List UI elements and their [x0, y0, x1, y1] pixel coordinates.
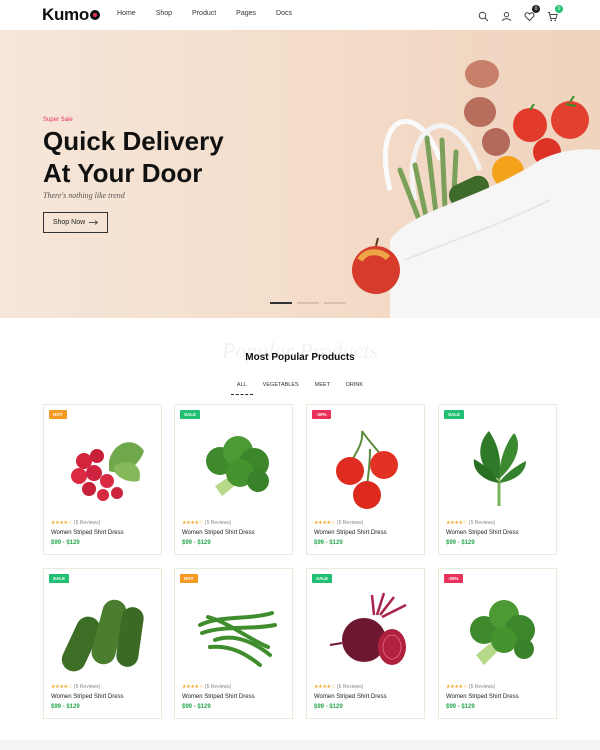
spinach-icon	[473, 431, 526, 506]
rating-stars: ★★★★☆ (5 Reviews)	[51, 520, 101, 526]
review-count: (5 Reviews)	[73, 684, 101, 690]
arrow-right-icon	[89, 220, 99, 225]
logo-dot-icon	[89, 10, 100, 20]
product-price: $99 - $129	[182, 540, 211, 546]
product-tag: SALE	[312, 574, 333, 583]
wishlist-count-badge: 0	[532, 5, 540, 13]
product-price: $99 - $129	[51, 540, 80, 546]
wishlist-icon[interactable]: 0	[524, 5, 540, 22]
product-card[interactable]: SALE ★★★★☆ (5 Reviews) Women Striped Shir…	[174, 404, 293, 555]
product-card[interactable]: SALE ★★★★☆ (5 Reviews) Women Striped Shir…	[438, 404, 557, 555]
shop-now-button[interactable]: Shop Now	[43, 212, 108, 233]
logo[interactable]: Kumo	[42, 5, 100, 25]
slider-dots	[270, 302, 346, 304]
hero-super-sale: Super Sale	[43, 117, 73, 123]
product-tag: HOT	[180, 574, 198, 583]
product-name[interactable]: Women Striped Shirt Dress	[446, 530, 519, 536]
product-card[interactable]: SALE ★★★★☆ (5 Reviews) Women Striped Shir…	[306, 568, 425, 719]
cart-icon[interactable]: 0	[547, 5, 563, 22]
tab-all[interactable]: ALL	[231, 382, 253, 395]
hero-banner: Super Sale Quick Delivery At Your Door T…	[0, 30, 600, 318]
review-count: (5 Reviews)	[336, 520, 364, 526]
product-tag: SALE	[180, 410, 201, 419]
product-tag: -25%	[444, 574, 463, 583]
rating-stars: ★★★★☆ (5 Reviews)	[314, 684, 364, 690]
product-filter-tabs: ALL VEGETABLES MEET DRINK	[0, 382, 600, 395]
product-price: $99 - $129	[182, 704, 211, 710]
product-name[interactable]: Women Striped Shirt Dress	[446, 694, 519, 700]
review-count: (5 Reviews)	[204, 684, 232, 690]
hero-title: Quick Delivery At Your Door	[43, 125, 224, 189]
tab-meet[interactable]: MEET	[315, 382, 330, 392]
radish-icon	[71, 442, 144, 501]
review-count: (5 Reviews)	[73, 520, 101, 526]
broccoli-icon	[470, 600, 535, 665]
review-count: (5 Reviews)	[204, 520, 232, 526]
menu-item-pages[interactable]: Pages	[236, 10, 256, 17]
product-name[interactable]: Women Striped Shirt Dress	[314, 530, 387, 536]
product-price: $99 - $129	[51, 704, 80, 710]
nav-actions: 0 0	[478, 5, 563, 22]
menu-item-shop[interactable]: Shop	[156, 10, 172, 17]
rating-stars: ★★★★☆ (5 Reviews)	[182, 684, 232, 690]
logo-text: Kumo	[42, 5, 89, 24]
slider-dot-1[interactable]	[270, 302, 292, 304]
menu-item-home[interactable]: Home	[117, 10, 136, 17]
product-card[interactable]: HOT ★★★★☆ (5 Reviews) Women Striped Shirt…	[174, 568, 293, 719]
footer-strip	[0, 740, 600, 750]
user-icon[interactable]	[501, 9, 512, 22]
shop-now-label: Shop Now	[52, 219, 86, 226]
tab-vegetables[interactable]: VEGETABLES	[263, 382, 299, 392]
grocery-bag-illustration	[352, 60, 600, 318]
product-name[interactable]: Women Striped Shirt Dress	[314, 694, 387, 700]
product-price: $99 - $129	[446, 704, 475, 710]
hero-tagline: There's nothing like trend	[43, 191, 125, 200]
product-tag: HOT	[49, 410, 67, 419]
review-count: (5 Reviews)	[336, 684, 364, 690]
rating-stars: ★★★★☆ (5 Reviews)	[314, 520, 364, 526]
slider-dot-3[interactable]	[324, 302, 346, 304]
product-card[interactable]: HOT ★★★★☆ (5 Reviews) Women Striped Shirt…	[43, 404, 162, 555]
rating-stars: ★★★★☆ (5 Reviews)	[446, 684, 496, 690]
product-price: $99 - $129	[314, 704, 343, 710]
product-card[interactable]: SALE ★★★★☆ (5 Reviews) Women Striped Shir…	[43, 568, 162, 719]
broccoli-icon	[206, 436, 269, 496]
product-price: $99 - $129	[314, 540, 343, 546]
product-name[interactable]: Women Striped Shirt Dress	[51, 694, 124, 700]
tab-drink[interactable]: DRINK	[346, 382, 363, 392]
green-beans-icon	[198, 611, 277, 667]
main-menu: Home Shop Product Pages Docs	[117, 10, 312, 17]
top-navbar: Kumo Home Shop Product Pages Docs 0 0	[0, 0, 600, 30]
product-name[interactable]: Women Striped Shirt Dress	[182, 530, 255, 536]
beetroot-icon	[329, 592, 407, 665]
product-card[interactable]: -30% ★★★★☆ (5 Reviews) Women Striped Shir…	[306, 404, 425, 555]
slider-dot-2[interactable]	[297, 302, 319, 304]
product-name[interactable]: Women Striped Shirt Dress	[51, 530, 124, 536]
review-count: (5 Reviews)	[468, 684, 496, 690]
rating-stars: ★★★★☆ (5 Reviews)	[182, 520, 232, 526]
product-tag: SALE	[444, 410, 465, 419]
tomato-icon	[336, 430, 398, 509]
product-name[interactable]: Women Striped Shirt Dress	[182, 694, 255, 700]
product-tag: -30%	[312, 410, 331, 419]
rating-stars: ★★★★☆ (5 Reviews)	[51, 684, 101, 690]
search-icon[interactable]	[478, 9, 489, 22]
product-card[interactable]: -25% ★★★★☆ (5 Reviews) Women Striped Shir…	[438, 568, 557, 719]
hero-title-line1: Quick Delivery	[43, 126, 224, 156]
cucumber-icon	[61, 599, 144, 672]
menu-item-product[interactable]: Product	[192, 10, 216, 17]
product-price: $99 - $129	[446, 540, 475, 546]
cart-count-badge: 0	[555, 5, 563, 13]
hero-title-line2: At Your Door	[43, 158, 203, 188]
menu-item-docs[interactable]: Docs	[276, 10, 292, 17]
rating-stars: ★★★★☆ (5 Reviews)	[446, 520, 496, 526]
product-tag: SALE	[49, 574, 70, 583]
section-title: Most Popular Products	[245, 352, 355, 363]
review-count: (5 Reviews)	[468, 520, 496, 526]
